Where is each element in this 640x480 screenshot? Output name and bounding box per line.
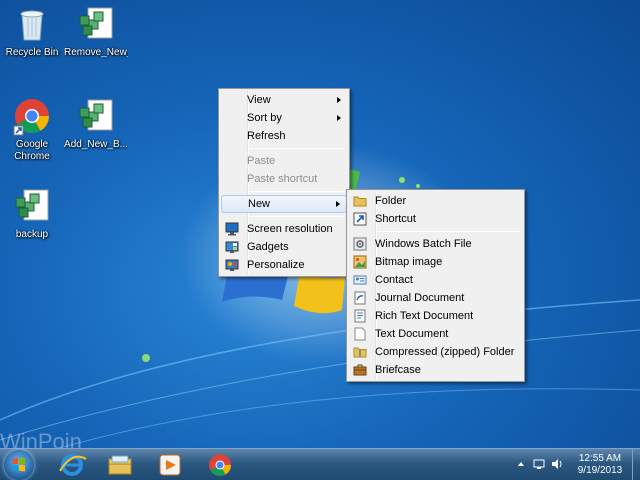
submenu-item-bitmap[interactable]: Bitmap image: [349, 253, 522, 271]
submenu-item-shortcut[interactable]: Shortcut: [349, 210, 522, 228]
desktop-context-menu: View Sort by Refresh Paste Paste shortcu…: [218, 88, 350, 277]
show-desktop-button[interactable]: [632, 449, 640, 480]
chevron-up-icon: [518, 462, 524, 466]
desktop-icon-google-chrome[interactable]: Google Chrome: [0, 96, 64, 163]
desktop-icon-label: Remove_New_...: [64, 47, 128, 58]
tray-clock[interactable]: 12:55 AM 9/19/2013: [572, 453, 628, 477]
menu-item-view[interactable]: View: [221, 91, 347, 109]
menu-separator: [249, 191, 345, 192]
taskbar-windows-explorer[interactable]: [100, 451, 140, 479]
recycle-bin-icon: [12, 4, 52, 44]
menu-item-label: Paste: [247, 155, 276, 167]
contact-card-icon: [353, 273, 367, 287]
menu-item-label: Paste shortcut: [247, 173, 318, 185]
shortcut-icon: [353, 212, 367, 226]
desktop-icon-label: Add_New_B...: [64, 139, 128, 150]
volume-tray[interactable]: [550, 457, 564, 471]
submenu-item-text-document[interactable]: Text Document: [349, 325, 522, 343]
menu-item-new[interactable]: New: [221, 195, 347, 213]
windows-logo-icon: [13, 457, 25, 472]
desktop-icon-label: backup: [15, 229, 49, 240]
submenu-item-rich-text[interactable]: Rich Text Document: [349, 307, 522, 325]
menu-item-label: Briefcase: [375, 364, 421, 376]
desktop-icon-label-line2: Chrome: [14, 151, 50, 162]
registry-script-icon: [12, 186, 52, 226]
registry-script-icon: [76, 4, 116, 44]
internet-explorer-icon: [59, 454, 87, 476]
desktop-icon-add-new[interactable]: Add_New_B...: [64, 96, 128, 151]
registry-script-icon: [76, 96, 116, 136]
batch-file-icon: [353, 237, 367, 251]
monitor-icon: [225, 222, 239, 236]
taskbar-internet-explorer[interactable]: [52, 451, 92, 479]
menu-item-label: Sort by: [247, 112, 282, 124]
menu-item-label: Bitmap image: [375, 256, 443, 268]
journal-document-icon: [353, 291, 367, 305]
taskbar: 12:55 AM 9/19/2013: [0, 448, 640, 480]
new-submenu: Folder Shortcut Windows Batch File Bitma…: [346, 189, 525, 382]
rich-text-document-icon: [353, 309, 367, 323]
menu-item-label: Contact: [375, 274, 413, 286]
taskbar-media-player[interactable]: [150, 451, 190, 479]
text-document-icon: [353, 327, 367, 341]
bitmap-image-icon: [353, 255, 367, 269]
menu-separator: [249, 148, 345, 149]
submenu-item-batch-file[interactable]: Windows Batch File: [349, 235, 522, 253]
menu-item-screen-resolution[interactable]: Screen resolution: [221, 220, 347, 238]
submenu-item-journal[interactable]: Journal Document: [349, 289, 522, 307]
show-hidden-icons-button[interactable]: [516, 459, 526, 469]
menu-item-label: Compressed (zipped) Folder: [375, 346, 515, 358]
menu-item-label: New: [248, 198, 271, 210]
menu-item-sort-by[interactable]: Sort by: [221, 109, 347, 127]
submenu-item-briefcase[interactable]: Briefcase: [349, 361, 522, 379]
menu-item-gadgets[interactable]: Gadgets: [221, 238, 347, 256]
menu-item-label: Text Document: [375, 328, 449, 340]
submenu-arrow-icon: [336, 201, 340, 207]
start-button[interactable]: [4, 450, 34, 480]
zip-folder-icon: [353, 345, 367, 359]
menu-separator: [249, 216, 345, 217]
menu-item-label: Refresh: [247, 130, 286, 142]
network-icon: [533, 459, 545, 469]
menu-item-label: Folder: [375, 195, 407, 207]
submenu-item-compressed-folder[interactable]: Compressed (zipped) Folder: [349, 343, 522, 361]
menu-item-label: Screen resolution: [247, 223, 333, 235]
tray-time: 12:55 AM: [578, 453, 622, 464]
folder-icon: [353, 194, 367, 208]
menu-item-personalize[interactable]: Personalize: [221, 256, 347, 274]
gadgets-icon: [225, 240, 239, 254]
menu-item-label: Personalize: [247, 259, 305, 271]
menu-separator: [377, 231, 520, 232]
media-player-icon: [159, 454, 181, 476]
action-center-tray[interactable]: [532, 457, 546, 471]
submenu-arrow-icon: [337, 115, 341, 121]
speaker-icon: [552, 459, 562, 469]
desktop-icon-recycle-bin[interactable]: Recycle Bin: [0, 4, 64, 59]
desktop-icon-backup[interactable]: backup: [0, 186, 64, 241]
menu-item-label: View: [247, 94, 271, 106]
menu-item-paste-shortcut[interactable]: Paste shortcut: [221, 170, 347, 188]
desktop-icon-label-line1: Google: [15, 139, 49, 150]
menu-item-label: Windows Batch File: [375, 238, 472, 250]
menu-item-label: Gadgets: [247, 241, 289, 253]
chrome-icon: [12, 96, 52, 136]
chrome-icon: [209, 454, 231, 476]
desktop-icon-remove-new[interactable]: Remove_New_...: [64, 4, 128, 59]
submenu-item-folder[interactable]: Folder: [349, 192, 522, 210]
menu-item-refresh[interactable]: Refresh: [221, 127, 347, 145]
taskbar-chrome[interactable]: [200, 451, 240, 479]
submenu-arrow-icon: [337, 97, 341, 103]
menu-item-label: Journal Document: [375, 292, 465, 304]
menu-item-label: Rich Text Document: [375, 310, 474, 322]
windows-explorer-icon: [108, 455, 132, 475]
desktop-icon-label: Recycle Bin: [5, 47, 59, 58]
submenu-item-contact[interactable]: Contact: [349, 271, 522, 289]
personalize-icon: [225, 258, 239, 272]
menu-item-label: Shortcut: [375, 213, 416, 225]
menu-item-paste[interactable]: Paste: [221, 152, 347, 170]
briefcase-icon: [353, 363, 367, 377]
tray-date: 9/19/2013: [577, 465, 623, 476]
